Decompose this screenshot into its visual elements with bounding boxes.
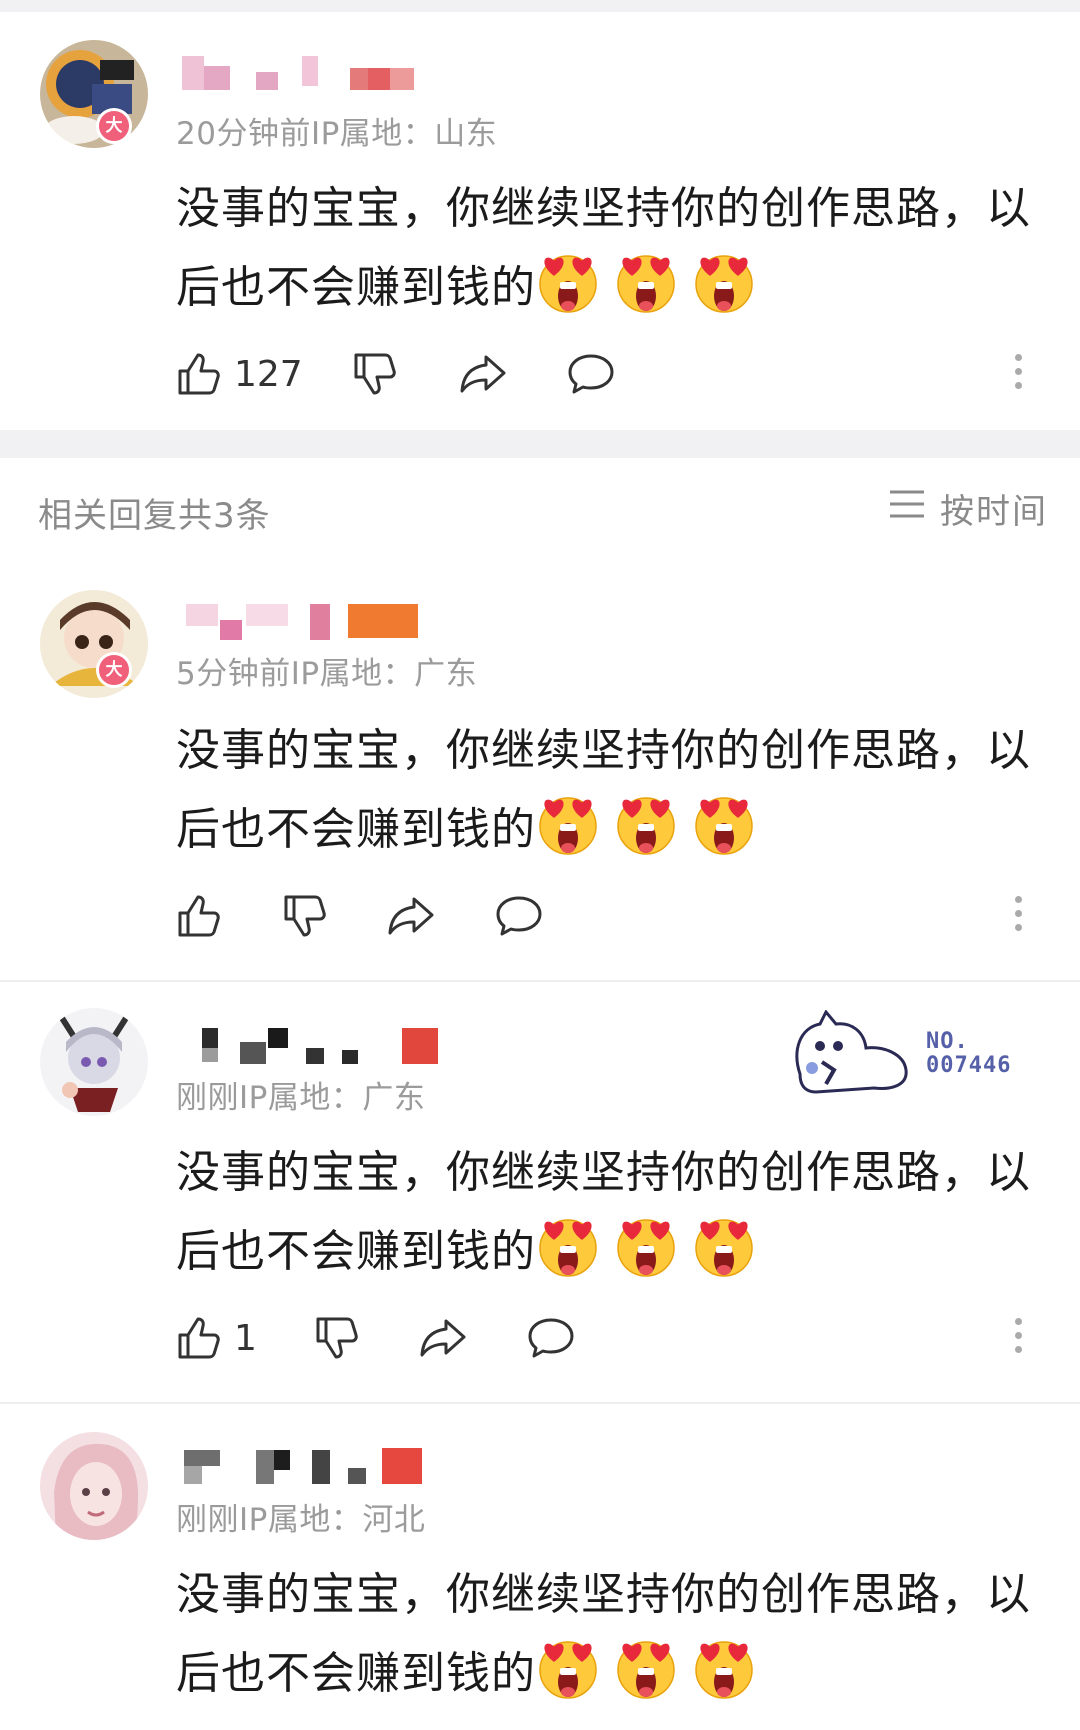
sort-button[interactable]: 按时间 xyxy=(888,486,1048,532)
like-count: 127 xyxy=(234,353,303,395)
comment-time: 刚刚 xyxy=(176,1080,239,1116)
reply-button[interactable] xyxy=(526,1312,576,1364)
heart-eyes-emoji xyxy=(617,1641,675,1699)
comment-time: 5分钟前 xyxy=(176,656,291,692)
comment-meta: 5分钟前IP属地：广东 xyxy=(176,648,477,693)
comment-meta: 刚刚IP属地：河北 xyxy=(176,1494,425,1539)
speech-bubble-icon xyxy=(494,893,544,939)
reply-button[interactable] xyxy=(494,890,544,942)
comment-meta: 刚刚IP属地：广东 xyxy=(176,1072,425,1117)
avatar[interactable] xyxy=(40,1432,148,1540)
heart-eyes-emoji xyxy=(695,797,753,855)
heart-eyes-emoji xyxy=(539,797,597,855)
replies-count-header: 相关回复共3条 xyxy=(38,496,271,536)
ip-label: IP属地： xyxy=(239,1080,363,1116)
speech-bubble-icon xyxy=(526,1315,576,1361)
avatar[interactable] xyxy=(40,1008,148,1116)
fan-number: NO. 007446 xyxy=(926,1030,1011,1078)
dislike-button[interactable] xyxy=(314,1312,360,1364)
cat-sticker-icon xyxy=(795,1009,908,1094)
fan-number-value: 007446 xyxy=(926,1053,1012,1078)
ip-location: 河北 xyxy=(362,1502,426,1538)
share-button[interactable] xyxy=(418,1312,468,1364)
share-button[interactable] xyxy=(458,348,508,400)
comment-meta: 20分钟前IP属地：山东 xyxy=(176,108,497,153)
heart-eyes-emoji xyxy=(617,797,675,855)
heart-eyes-emoji xyxy=(539,1219,597,1277)
thumbs-up-icon xyxy=(176,1315,222,1361)
comment-text: 没事的宝宝，你继续坚持你的创作思路，以后也不会赚到钱的 xyxy=(176,1134,1046,1291)
avatar-level-badge: 大 xyxy=(96,652,132,688)
speech-bubble-icon xyxy=(566,351,616,397)
emoji-group xyxy=(536,797,770,855)
comment-time: 刚刚 xyxy=(176,1502,239,1538)
divider xyxy=(0,980,1080,982)
avatar[interactable] xyxy=(40,590,148,698)
dislike-button[interactable] xyxy=(282,890,328,942)
thumbs-down-icon xyxy=(314,1315,360,1361)
thumbs-up-icon xyxy=(176,893,222,939)
like-button[interactable]: 1 xyxy=(176,1312,257,1364)
ip-label: IP属地： xyxy=(290,656,415,692)
share-arrow-icon xyxy=(386,893,436,939)
thumbs-up-icon xyxy=(176,351,222,397)
share-arrow-icon xyxy=(418,1315,468,1361)
menu-lines-icon xyxy=(888,488,940,528)
comment-text: 没事的宝宝，你继续坚持你的创作思路，以后也不会赚到钱的 xyxy=(176,712,1046,869)
username-blurred[interactable] xyxy=(176,600,436,640)
heart-eyes-emoji xyxy=(617,255,675,313)
heart-eyes-emoji xyxy=(617,1219,675,1277)
more-options-button[interactable] xyxy=(1008,1314,1028,1360)
top-separator xyxy=(0,0,1080,12)
heart-eyes-emoji xyxy=(539,1641,597,1699)
more-options-button[interactable] xyxy=(1008,892,1028,938)
ip-label: IP属地： xyxy=(239,1502,363,1538)
sort-label: 按时间 xyxy=(940,491,1048,532)
comment-time: 20分钟前 xyxy=(176,116,311,152)
more-options-button[interactable] xyxy=(1008,350,1028,396)
ip-label: IP属地： xyxy=(310,116,435,152)
comment-text: 没事的宝宝，你继续坚持你的创作思路，以后也不会赚到钱的 xyxy=(176,1556,1046,1713)
thumbs-down-icon xyxy=(352,351,398,397)
comment-actions: 127 xyxy=(176,348,1036,400)
like-count: 1 xyxy=(234,1317,257,1359)
comment-text: 没事的宝宝，你继续坚持你的创作思路，以后也不会赚到钱的 xyxy=(176,170,1046,327)
username-blurred[interactable] xyxy=(176,1444,446,1484)
username-blurred[interactable] xyxy=(176,1026,456,1066)
ip-location: 山东 xyxy=(434,116,498,152)
divider xyxy=(0,1402,1080,1404)
emoji-group xyxy=(536,1641,770,1699)
fan-number-decoration[interactable]: NO. 007446 xyxy=(786,1009,1026,1106)
avatar[interactable] xyxy=(40,40,148,148)
dislike-button[interactable] xyxy=(352,348,398,400)
heart-eyes-emoji xyxy=(695,1641,753,1699)
ip-location: 广东 xyxy=(362,1080,426,1116)
like-button[interactable] xyxy=(176,890,222,942)
thumbs-down-icon xyxy=(282,893,328,939)
comment-actions xyxy=(176,890,1036,942)
heart-eyes-emoji xyxy=(695,255,753,313)
comment-actions: 1 xyxy=(176,1312,1036,1364)
section-separator xyxy=(0,430,1080,458)
emoji-group xyxy=(536,1219,770,1277)
like-button[interactable]: 127 xyxy=(176,348,303,400)
emoji-group xyxy=(536,255,770,313)
ip-location: 广东 xyxy=(414,656,478,692)
heart-eyes-emoji xyxy=(539,255,597,313)
share-arrow-icon xyxy=(458,351,508,397)
username-blurred[interactable] xyxy=(176,56,446,96)
avatar-level-badge: 大 xyxy=(96,108,132,144)
share-button[interactable] xyxy=(386,890,436,942)
fan-number-label: NO. xyxy=(926,1029,969,1054)
heart-eyes-emoji xyxy=(695,1219,753,1277)
reply-button[interactable] xyxy=(566,348,616,400)
